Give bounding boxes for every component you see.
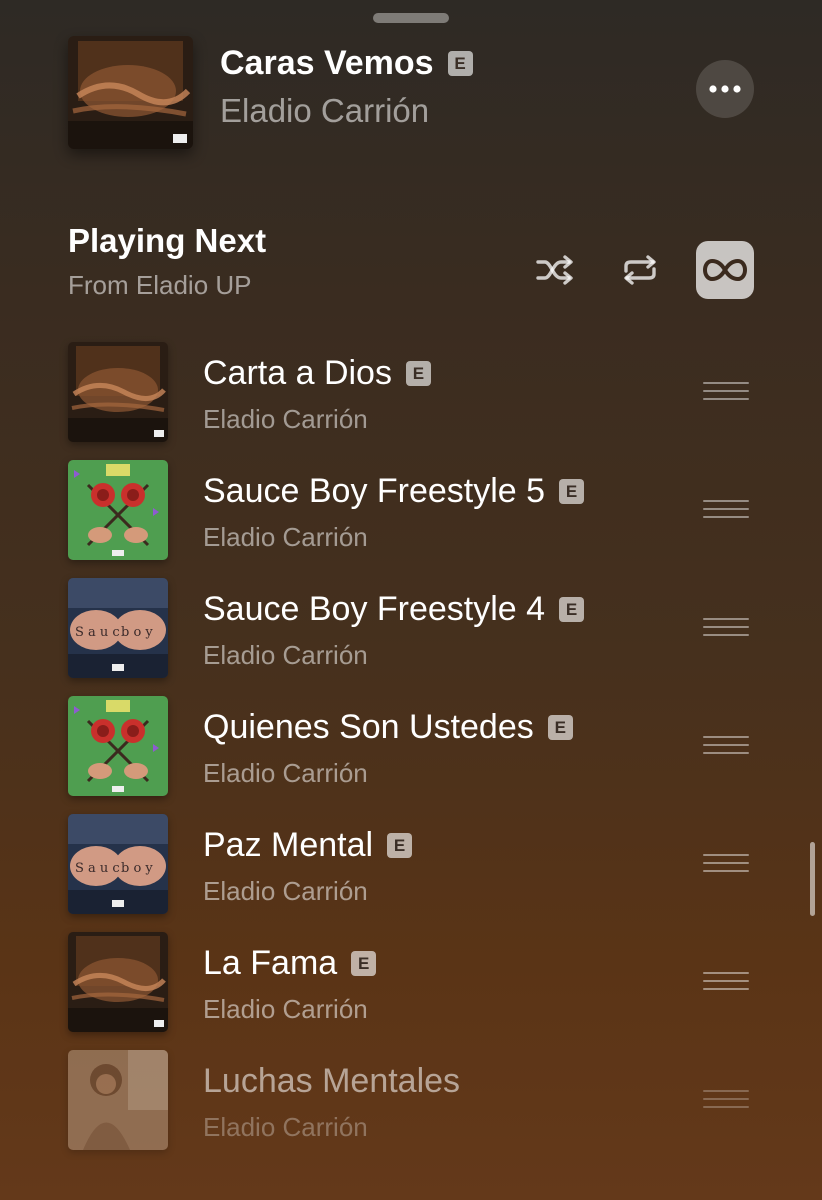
track-album-art: S a u c b o y — [68, 814, 168, 914]
ellipsis-icon — [709, 85, 741, 93]
now-playing-title-row: Caras Vemos E — [220, 44, 473, 83]
track-artist: Eladio Carrión — [203, 1112, 368, 1142]
explicit-badge: E — [387, 833, 413, 858]
queue-track-row[interactable]: S a u c b o y Paz Mental E Eladio Carrión — [68, 814, 768, 914]
track-album-art — [68, 696, 168, 796]
track-album-art — [68, 932, 168, 1032]
svg-text:b o y: b o y — [121, 861, 153, 876]
scrollbar[interactable] — [810, 842, 815, 916]
reorder-drag-handle-icon[interactable] — [703, 736, 749, 758]
more-options-button[interactable] — [696, 60, 754, 118]
track-artist: Eladio Carrión — [203, 404, 368, 434]
now-playing-title: Caras Vemos — [220, 44, 434, 82]
explicit-badge: E — [447, 51, 473, 76]
track-title-row: La Fama E — [203, 944, 377, 983]
track-artist: Eladio Carrión — [203, 522, 368, 552]
queue-track-row[interactable]: Quienes Son Ustedes E Eladio Carrión — [68, 696, 768, 796]
reorder-drag-handle-icon[interactable] — [703, 972, 749, 994]
reorder-drag-handle-icon[interactable] — [703, 854, 749, 876]
repeat-button[interactable] — [611, 241, 669, 299]
track-title-row: Sauce Boy Freestyle 5 E — [203, 472, 585, 511]
now-playing-album-art[interactable] — [68, 36, 193, 149]
track-title: Sauce Boy Freestyle 4 — [203, 590, 546, 628]
queue-track-row[interactable]: Carta a Dios E Eladio Carrión — [68, 342, 768, 442]
track-title-row: Paz Mental E — [203, 826, 413, 865]
playing-next-source[interactable]: From Eladio UP — [68, 270, 252, 301]
track-album-art — [68, 342, 168, 442]
reorder-drag-handle-icon[interactable] — [703, 382, 749, 404]
track-title: Luchas Mentales — [203, 1062, 461, 1100]
shuffle-button[interactable] — [527, 241, 585, 299]
svg-text:b o y: b o y — [121, 625, 153, 640]
infinity-icon — [703, 258, 747, 282]
repeat-icon — [624, 255, 656, 285]
track-title-row: Sauce Boy Freestyle 4 E — [203, 590, 585, 629]
track-artist: Eladio Carrión — [203, 994, 368, 1024]
track-title: Sauce Boy Freestyle 5 — [203, 472, 546, 510]
svg-text:S a u c: S a u c — [75, 625, 120, 640]
explicit-badge: E — [405, 361, 431, 386]
explicit-badge: E — [559, 479, 585, 504]
reorder-drag-handle-icon[interactable] — [703, 500, 749, 522]
queue-track-row[interactable]: Luchas Mentales Eladio Carrión — [68, 1050, 768, 1150]
track-album-art — [68, 1050, 168, 1150]
explicit-badge: E — [559, 597, 585, 622]
track-title: Paz Mental — [203, 826, 374, 864]
track-title-row: Carta a Dios E — [203, 354, 431, 393]
track-title-row: Luchas Mentales — [203, 1062, 460, 1101]
explicit-badge: E — [547, 715, 573, 740]
sheet-grabber-handle[interactable] — [373, 13, 449, 23]
now-playing-artist[interactable]: Eladio Carrión — [220, 92, 429, 130]
track-artist: Eladio Carrión — [203, 640, 368, 670]
reorder-drag-handle-icon[interactable] — [703, 1090, 749, 1112]
autoplay-infinity-button[interactable] — [696, 241, 754, 299]
track-artist: Eladio Carrión — [203, 758, 368, 788]
reorder-drag-handle-icon[interactable] — [703, 618, 749, 640]
queue-track-row[interactable]: La Fama E Eladio Carrión — [68, 932, 768, 1032]
track-album-art: S a u c b o y — [68, 578, 168, 678]
svg-text:S a u c: S a u c — [75, 861, 120, 876]
shuffle-icon — [536, 255, 573, 285]
explicit-badge: E — [351, 951, 377, 976]
track-title: Quienes Son Ustedes — [203, 708, 534, 746]
track-title: La Fama — [203, 944, 338, 982]
queue-track-row[interactable]: S a u c b o y Sauce Boy Freestyle 4 E Elad… — [68, 578, 768, 678]
album-art-sauce-boy-dark — [68, 36, 193, 149]
track-title: Carta a Dios — [203, 354, 392, 392]
track-album-art — [68, 460, 168, 560]
track-artist: Eladio Carrión — [203, 876, 368, 906]
queue-track-row[interactable]: Sauce Boy Freestyle 5 E Eladio Carrión — [68, 460, 768, 560]
playing-next-heading: Playing Next — [68, 222, 267, 259]
track-title-row: Quienes Son Ustedes E — [203, 708, 573, 747]
